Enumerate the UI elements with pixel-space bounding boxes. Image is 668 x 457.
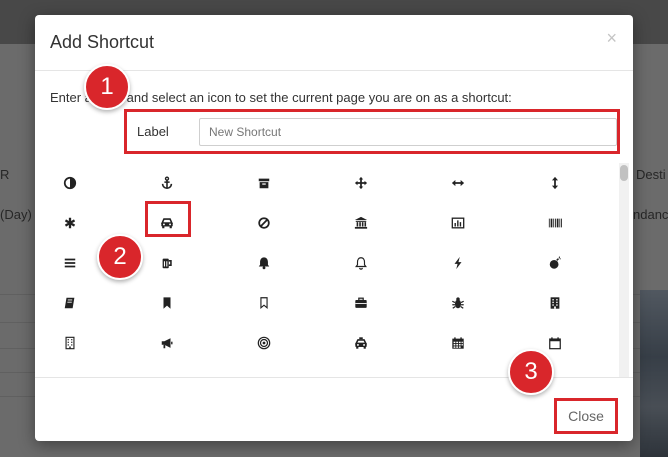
bell-icon — [258, 257, 270, 270]
icon-option-bookmark[interactable] — [137, 288, 197, 318]
close-icon[interactable]: × — [606, 28, 617, 49]
bars-icon — [64, 258, 76, 268]
step-marker-3: 3 — [508, 349, 554, 395]
icon-option-asterisk[interactable] — [40, 208, 100, 238]
car-icon — [160, 218, 174, 229]
archive-icon — [258, 178, 270, 189]
building-icon — [550, 297, 560, 309]
icon-option-adjust[interactable] — [40, 168, 100, 198]
icon-option-barcode[interactable] — [525, 208, 585, 238]
close-button[interactable]: Close — [554, 398, 618, 434]
shortcut-label-input[interactable] — [199, 118, 617, 146]
book-icon — [64, 297, 75, 309]
label-caption: Label — [137, 124, 169, 139]
cab-icon — [354, 337, 368, 349]
icon-option-cab[interactable] — [331, 328, 391, 358]
icon-option-building-outline[interactable] — [40, 328, 100, 358]
icon-option-arrows[interactable] — [331, 168, 391, 198]
icon-option-bullhorn[interactable] — [137, 328, 197, 358]
label-field-group: Label — [124, 109, 620, 154]
icon-option-car[interactable] — [137, 201, 197, 238]
step-marker-1: 1 — [84, 64, 130, 110]
icon-option-calendar[interactable] — [428, 328, 488, 358]
icon-option-bullseye[interactable] — [234, 328, 294, 358]
bank-icon — [354, 216, 368, 229]
icon-option-anchor[interactable] — [137, 168, 197, 198]
bug-icon — [452, 297, 464, 309]
icon-option-book[interactable] — [40, 288, 100, 318]
icon-option-bell[interactable] — [234, 248, 294, 278]
barcode-icon — [548, 218, 562, 228]
icon-option-briefcase[interactable] — [331, 288, 391, 318]
adjust-icon — [63, 176, 77, 190]
bookmark-outline-icon — [260, 297, 268, 310]
bullhorn-icon — [161, 338, 173, 349]
dialog-header: Add Shortcut × — [35, 15, 633, 71]
beer-icon — [162, 258, 172, 269]
icon-option-bolt[interactable] — [428, 248, 488, 278]
icon-option-bookmark-outline[interactable] — [234, 288, 294, 318]
bar-chart-icon — [451, 217, 465, 229]
icon-option-arrows-v[interactable] — [525, 168, 585, 198]
calendar-icon — [452, 337, 464, 349]
bookmark-icon — [163, 297, 171, 309]
icon-option-beer[interactable] — [137, 248, 197, 278]
icon-option-bank[interactable] — [331, 208, 391, 238]
anchor-icon — [161, 176, 173, 190]
icon-option-ban[interactable] — [234, 208, 294, 238]
arrows-icon — [354, 176, 368, 190]
arrows-h-icon — [451, 179, 465, 187]
calendar-outline-icon — [549, 337, 561, 350]
scrollbar-thumb[interactable] — [620, 165, 628, 181]
asterisk-icon — [64, 217, 76, 229]
dialog-title: Add Shortcut — [50, 32, 155, 52]
arrows-v-icon — [551, 176, 559, 190]
ban-icon — [258, 217, 270, 229]
step-marker-2: 2 — [97, 234, 143, 280]
bomb-icon — [549, 256, 561, 269]
bell-outline-icon — [355, 257, 367, 270]
icon-option-bomb[interactable] — [525, 248, 585, 278]
icon-option-building[interactable] — [525, 288, 585, 318]
icon-option-bars[interactable] — [40, 248, 100, 278]
icon-grid-scrollbar[interactable] — [619, 163, 629, 377]
icon-option-archive[interactable] — [234, 168, 294, 198]
bullseye-icon — [257, 336, 271, 350]
icon-option-bar-chart[interactable] — [428, 208, 488, 238]
bolt-icon — [454, 256, 462, 270]
icon-option-bell-outline[interactable] — [331, 248, 391, 278]
icon-option-arrows-h[interactable] — [428, 168, 488, 198]
briefcase-icon — [355, 297, 367, 308]
building-outline-icon — [65, 336, 75, 350]
icon-option-bug[interactable] — [428, 288, 488, 318]
